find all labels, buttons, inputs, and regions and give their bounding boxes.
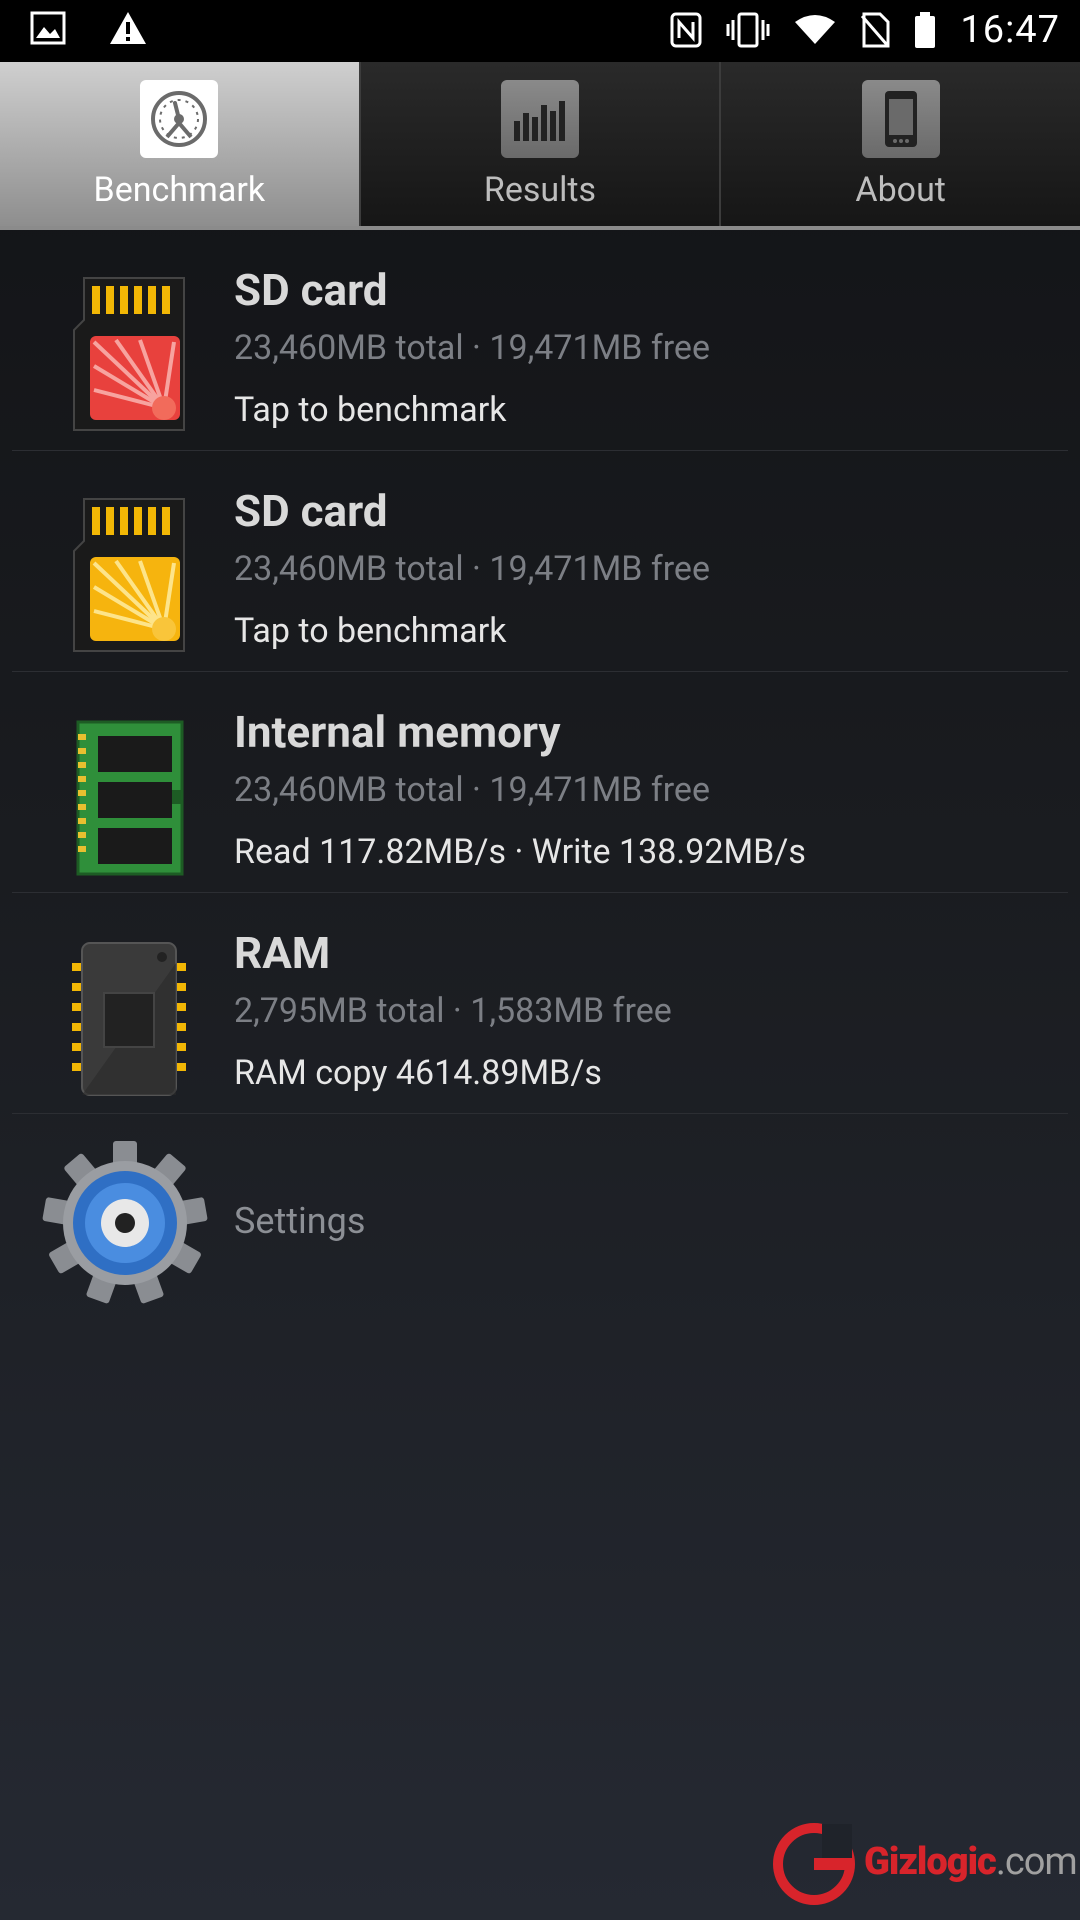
phone-icon (861, 80, 940, 158)
speedometer-icon (140, 80, 219, 158)
settings-label: Settings (234, 1200, 366, 1242)
settings-item[interactable]: Settings (12, 1114, 1068, 1334)
item-storage-info: 23,460MB total · 19,471MB free (234, 549, 710, 590)
tab-results[interactable]: Results (361, 62, 722, 226)
bar-chart-icon (501, 80, 579, 158)
watermark-text: Gizlogic.com (864, 1840, 1078, 1884)
battery-icon (914, 12, 936, 48)
vibrate-icon (726, 12, 770, 48)
item-storage-info: 23,460MB total · 19,471MB free (234, 770, 710, 811)
tab-bar: Benchmark Results About (0, 62, 1080, 230)
settings-gear-icon (40, 1138, 210, 1308)
item-title: RAM (234, 927, 331, 979)
list-item-sd-card-1[interactable]: SD card 23,460MB total · 19,471MB free T… (12, 230, 1068, 451)
gizlogic-watermark: Gizlogic.com (772, 1820, 1078, 1910)
tab-label: Results (483, 170, 597, 210)
watermark-suffix: .com (995, 1840, 1078, 1884)
item-storage-info: 2,795MB total · 1,583MB free (234, 991, 672, 1032)
list-item-ram[interactable]: RAM 2,795MB total · 1,583MB free RAM cop… (12, 893, 1068, 1114)
warning-icon (108, 10, 148, 46)
no-sim-icon (860, 12, 890, 48)
item-detail: Tap to benchmark (234, 611, 507, 652)
list-item-sd-card-2[interactable]: SD card 23,460MB total · 19,471MB free T… (12, 451, 1068, 672)
memory-module-icon (64, 712, 194, 882)
item-detail: Tap to benchmark (234, 390, 507, 431)
watermark-brand: Gizlogic (864, 1840, 997, 1884)
ram-chip-icon (64, 933, 194, 1103)
tab-benchmark[interactable]: Benchmark (0, 62, 361, 226)
storage-list: SD card 23,460MB total · 19,471MB free T… (0, 230, 1080, 1334)
status-bar: 16:47 (0, 0, 1080, 62)
wifi-icon (794, 14, 836, 46)
sd-card-red-icon (64, 270, 194, 440)
item-title: SD card (234, 485, 388, 537)
list-item-internal-memory[interactable]: Internal memory 23,460MB total · 19,471M… (12, 672, 1068, 893)
status-time: 16:47 (960, 8, 1060, 52)
tab-about[interactable]: About (721, 62, 1080, 226)
sd-card-yellow-icon (64, 491, 194, 661)
nfc-icon (670, 12, 702, 48)
item-title: SD card (234, 264, 388, 316)
tab-label: Benchmark (93, 170, 266, 210)
item-detail: Read 117.82MB/s · Write 138.92MB/s (234, 832, 806, 873)
item-detail: RAM copy 4614.89MB/s (234, 1053, 602, 1094)
item-storage-info: 23,460MB total · 19,471MB free (234, 328, 710, 369)
gizlogic-logo-icon (773, 1823, 855, 1905)
image-icon (30, 11, 66, 45)
item-title: Internal memory (234, 706, 561, 758)
tab-label: About (855, 170, 946, 210)
